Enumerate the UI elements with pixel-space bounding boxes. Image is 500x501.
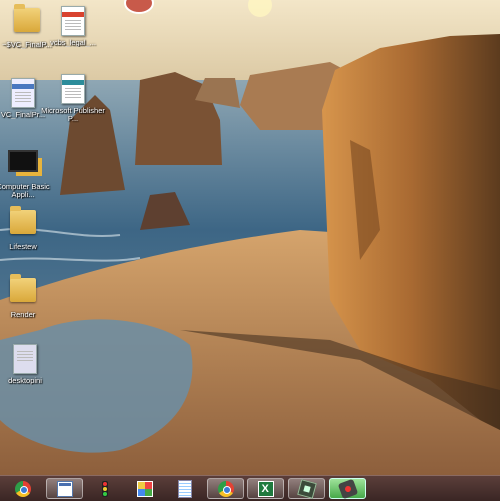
taskbar-excel-button[interactable]: X: [247, 478, 284, 499]
folder-icon: [10, 206, 36, 234]
taskbar-chrome-button[interactable]: [4, 478, 41, 499]
desktop-icon-label: vcbs_legal_...: [50, 39, 96, 47]
app-icon: [8, 150, 38, 172]
desktop-icon-desktopini[interactable]: desktopini: [0, 342, 60, 385]
excel-icon: X: [257, 480, 274, 497]
grid-icon: [136, 480, 153, 497]
image-file-icon: [11, 78, 35, 108]
settings-file-icon: [13, 344, 37, 374]
desktop-icon-publisher[interactable]: Microsoft Publisher P...: [38, 72, 108, 123]
taskbar-traffic-light-button[interactable]: [86, 478, 123, 499]
recorder-icon: [337, 478, 358, 499]
window-icon: [56, 480, 73, 497]
desktop-icon-label: desktopini: [8, 377, 42, 385]
publisher-document-icon: [61, 74, 85, 104]
taskbar-recorder-button[interactable]: [329, 478, 366, 499]
chrome-icon: [217, 480, 234, 497]
traffic-light-icon: [101, 480, 108, 497]
notepad-icon: [177, 479, 192, 498]
desktop-icon-lifestew[interactable]: Lifestew: [0, 206, 58, 251]
folder-icon: [10, 274, 36, 302]
desktop-icon-label: Computer Basic Appli...: [0, 183, 50, 199]
chrome-icon: [14, 480, 31, 497]
taskbar-notepad-button[interactable]: [166, 478, 203, 499]
desktop-icon-label: Microsoft Publisher P...: [41, 107, 105, 123]
taskbar-media-button[interactable]: [288, 478, 325, 499]
desktop-icon-vcbs-legal[interactable]: vcbs_legal_...: [38, 4, 108, 47]
taskbar-chrome-2-button[interactable]: [207, 478, 244, 499]
taskbar-window-button[interactable]: [46, 478, 83, 499]
taskbar-grid-button[interactable]: [126, 478, 163, 499]
desktop-icon-label: Lifestew: [9, 243, 37, 251]
media-icon: [296, 478, 317, 499]
folder-icon: [14, 4, 40, 32]
document-icon: [61, 6, 85, 36]
desktop-icon-computer-basic[interactable]: Computer Basic Appli...: [0, 144, 58, 199]
desktop-icon-label: Render: [10, 311, 36, 319]
taskbar: X: [0, 475, 500, 501]
desktop-icon-render[interactable]: Render: [0, 274, 58, 319]
